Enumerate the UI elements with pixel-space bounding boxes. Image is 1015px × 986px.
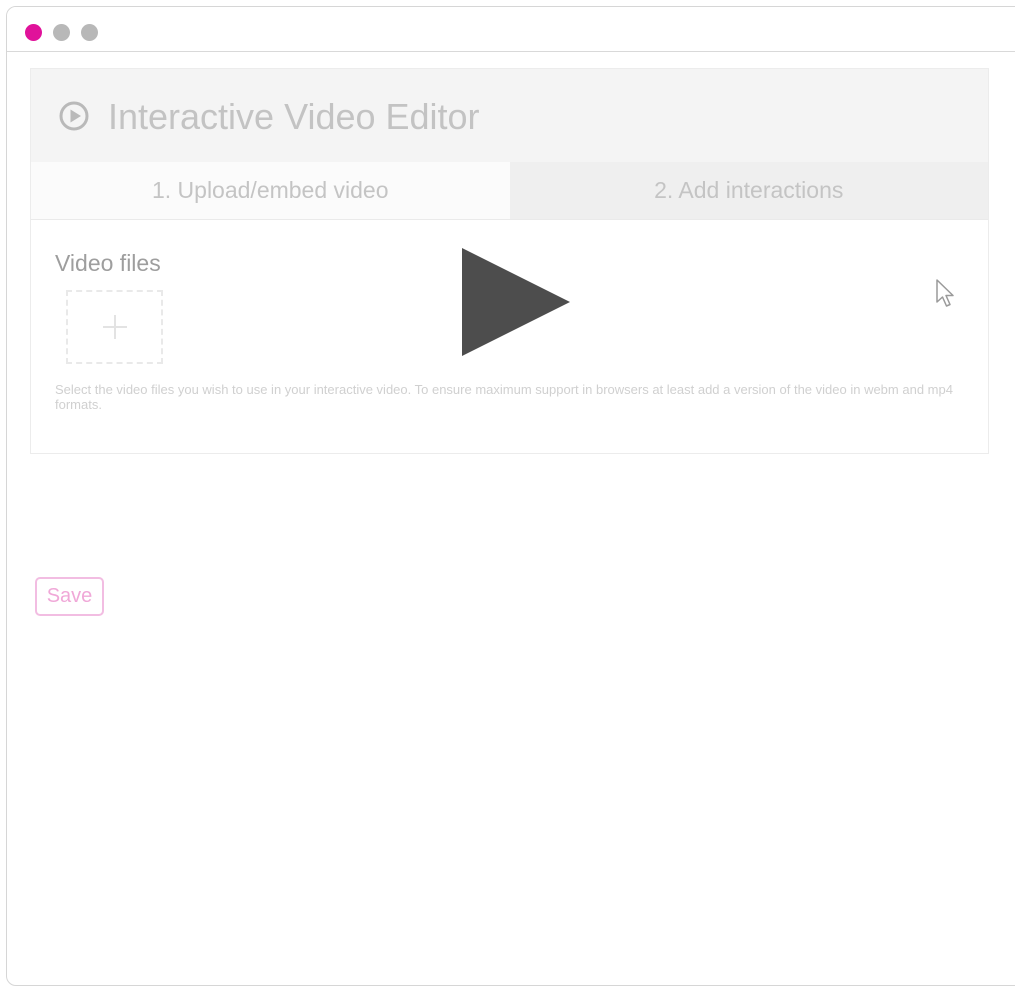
window-minimize-button[interactable]: [53, 24, 70, 41]
editor-header: Interactive Video Editor: [31, 69, 988, 163]
video-files-help-text: Select the video files you wish to use i…: [55, 382, 953, 412]
tab-add-interactions[interactable]: 2. Add interactions: [509, 162, 988, 219]
tab-upload-embed-video[interactable]: 1. Upload/embed video: [31, 162, 510, 219]
mouse-pointer-icon: [936, 279, 954, 307]
play-circle-icon: [59, 101, 89, 131]
video-files-label: Video files: [55, 250, 161, 276]
window-close-button[interactable]: [25, 24, 42, 41]
editor-title: Interactive Video Editor: [108, 96, 480, 137]
save-button[interactable]: Save: [35, 577, 104, 616]
add-video-file-button[interactable]: [66, 290, 163, 364]
plus-icon: [102, 315, 127, 339]
window-titlebar: [7, 7, 1015, 52]
window-maximize-button[interactable]: [81, 24, 98, 41]
editor-tabs: 1. Upload/embed video 2. Add interaction…: [31, 162, 988, 220]
play-icon[interactable]: [460, 246, 572, 358]
